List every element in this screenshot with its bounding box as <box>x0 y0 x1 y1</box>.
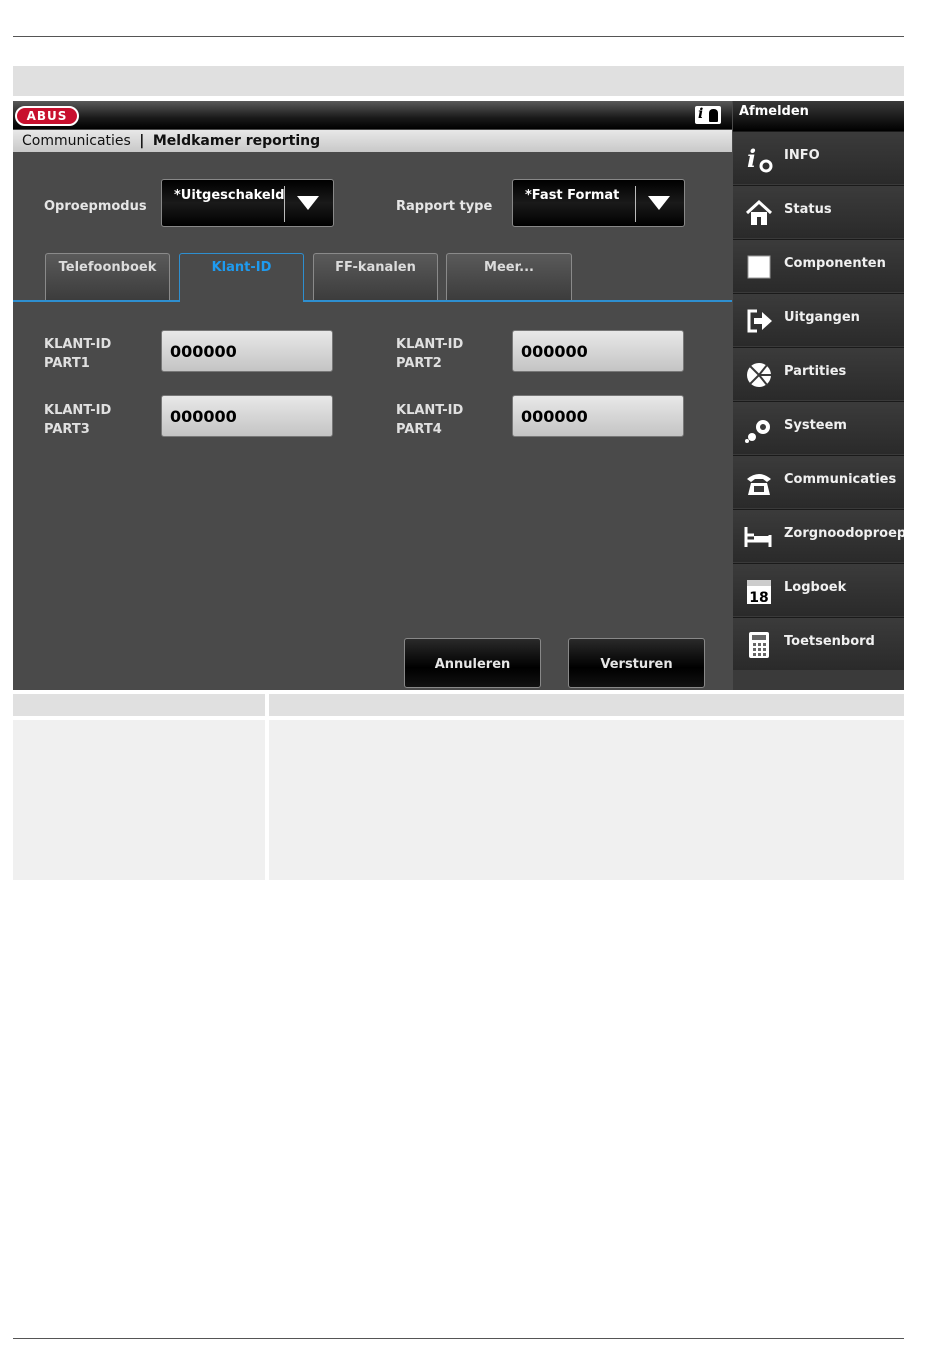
report-type-select[interactable]: *Fast Format <box>512 179 685 227</box>
sidebar-item-zorgnoodoproep[interactable]: Zorgnoodoproep <box>733 509 904 562</box>
label-line2: PART2 <box>396 356 442 371</box>
page-top-rule <box>13 36 904 37</box>
klant-id-part2-label: KLANT-ID PART2 <box>396 335 463 373</box>
logout-button[interactable]: Afmelden <box>733 101 904 131</box>
klant-id-part4-input[interactable]: 000000 <box>512 395 684 437</box>
bed-icon <box>744 527 772 547</box>
select-divider <box>284 186 285 222</box>
cancel-button[interactable]: Annuleren <box>404 638 541 688</box>
sidebar-item-componenten[interactable]: Componenten <box>733 239 904 292</box>
sidebar-item-label: Status <box>784 202 832 217</box>
report-type-value: *Fast Format <box>525 188 620 203</box>
call-mode-select[interactable]: *Uitgeschakeld <box>161 179 334 227</box>
info-settings-icon: i <box>747 145 773 173</box>
page-bottom-rule <box>13 1338 904 1339</box>
tab-telefoonboek[interactable]: Telefoonboek <box>45 253 170 300</box>
sidebar-item-label: Communicaties <box>784 472 897 487</box>
sidebar: Afmelden i INFO Status Componenten Uitga… <box>733 101 904 690</box>
klant-id-part3-input[interactable]: 000000 <box>161 395 333 437</box>
telephone-icon <box>747 474 771 495</box>
label-line1: KLANT-ID <box>396 337 464 352</box>
klant-id-part1-input[interactable]: 000000 <box>161 330 333 372</box>
sidebar-item-uitgangen[interactable]: Uitgangen <box>733 293 904 346</box>
sidebar-item-label: Systeem <box>784 418 847 433</box>
page-title: Meldkamer reporting <box>152 133 321 149</box>
tab-ff-kanalen[interactable]: FF-kanalen <box>313 253 438 300</box>
sidebar-item-label: Logboek <box>784 580 847 595</box>
call-mode-value: *Uitgeschakeld <box>174 188 285 203</box>
sidebar-item-label: Componenten <box>784 256 886 271</box>
sidebar-item-label: INFO <box>784 148 820 163</box>
table-cell <box>269 720 904 880</box>
sidebar-item-status[interactable]: Status <box>733 185 904 238</box>
home-icon <box>745 199 773 225</box>
klant-id-part1-label: KLANT-ID PART1 <box>44 335 111 373</box>
dropdown-arrow-icon <box>297 196 319 210</box>
breadcrumb-parent[interactable]: Communicaties <box>22 133 131 149</box>
breadcrumb-separator: | <box>139 133 145 149</box>
sidebar-item-systeem[interactable]: Systeem <box>733 401 904 454</box>
klant-id-part4-label: KLANT-ID PART4 <box>396 401 463 439</box>
sidebar-item-communicaties[interactable]: Communicaties <box>733 455 904 508</box>
sidebar-item-info[interactable]: i INFO <box>733 131 904 184</box>
header-band <box>13 66 904 96</box>
table-header-cell <box>269 694 904 716</box>
sidebar-item-label: Zorgnoodoproep <box>784 526 904 541</box>
dropdown-arrow-icon <box>648 196 670 210</box>
sidebar-item-label: Toetsenbord <box>784 634 875 649</box>
klant-id-part2-input[interactable]: 000000 <box>512 330 684 372</box>
breadcrumb: Communicaties | Meldkamer reporting <box>13 130 732 152</box>
keypad-icon <box>749 632 769 658</box>
submit-button[interactable]: Versturen <box>568 638 705 688</box>
info-user-icon[interactable]: i <box>695 106 721 124</box>
label-line2: PART4 <box>396 422 442 437</box>
pie-icon <box>747 363 771 387</box>
sidebar-item-label: Uitgangen <box>784 310 860 325</box>
svg-text:i: i <box>747 145 756 173</box>
sidebar-item-toetsenbord[interactable]: Toetsenbord <box>733 617 904 670</box>
report-type-label: Rapport type <box>396 199 493 214</box>
calendar-icon: 18 <box>747 580 771 605</box>
sidebar-item-partities[interactable]: Partities <box>733 347 904 400</box>
tab-klant-id[interactable]: Klant-ID <box>179 253 304 302</box>
select-divider <box>635 186 636 222</box>
label-line1: KLANT-ID <box>396 403 464 418</box>
label-line1: KLANT-ID <box>44 337 112 352</box>
app-screenshot: ABUS i Communicaties | Meldkamer reporti… <box>13 101 904 690</box>
table-header-cell <box>13 694 265 716</box>
abus-logo: ABUS <box>15 106 79 126</box>
calendar-day: 18 <box>749 590 768 605</box>
exit-arrow-icon <box>747 309 772 333</box>
top-bar: ABUS i <box>13 101 732 129</box>
call-mode-label: Oproepmodus <box>44 199 147 214</box>
gears-icon <box>745 420 770 443</box>
square-icon <box>747 255 771 279</box>
label-line2: PART1 <box>44 356 90 371</box>
sidebar-item-label: Partities <box>784 364 847 379</box>
sidebar-item-logboek[interactable]: 18 Logboek <box>733 563 904 616</box>
label-line2: PART3 <box>44 422 90 437</box>
table-cell <box>13 720 265 880</box>
tab-underline <box>13 300 732 302</box>
tab-meer[interactable]: Meer... <box>446 253 572 300</box>
label-line1: KLANT-ID <box>44 403 112 418</box>
klant-id-part3-label: KLANT-ID PART3 <box>44 401 111 439</box>
